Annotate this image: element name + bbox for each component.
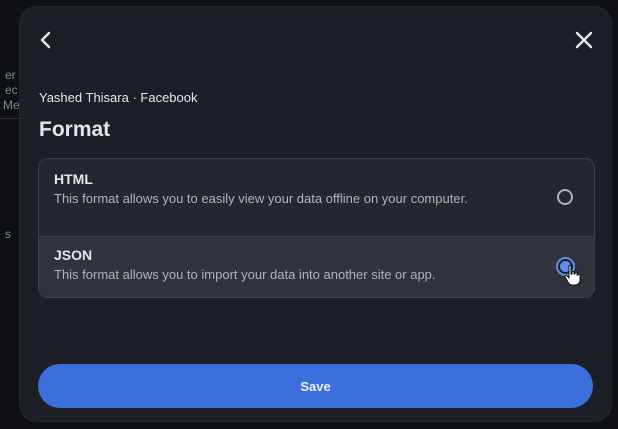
account-label: Yashed Thisara · Facebook (39, 90, 198, 105)
chevron-left-icon (40, 31, 51, 49)
hand-cursor-icon (564, 264, 581, 286)
background-divider (0, 118, 19, 119)
option-html[interactable]: HTML This format allows you to easily vi… (39, 159, 594, 236)
option-description: This format allows you to import your da… (54, 267, 436, 282)
background-text: er (5, 68, 16, 82)
option-json[interactable]: JSON This format allows you to import yo… (39, 236, 594, 297)
radio-html[interactable] (557, 189, 573, 205)
background-text: s (5, 227, 11, 241)
background-text: ec (5, 83, 18, 97)
close-button[interactable] (569, 25, 599, 55)
back-button[interactable] (31, 25, 61, 55)
format-dialog: Yashed Thisara · Facebook Format HTML Th… (19, 6, 612, 422)
dialog-title: Format (39, 118, 111, 141)
option-label: HTML (54, 171, 93, 187)
option-description: This format allows you to easily view yo… (54, 191, 468, 206)
option-label: JSON (54, 247, 93, 263)
format-options: HTML This format allows you to easily vi… (38, 158, 595, 298)
close-icon (575, 31, 593, 49)
background-text: Me (3, 98, 20, 112)
save-button[interactable]: Save (38, 364, 593, 408)
